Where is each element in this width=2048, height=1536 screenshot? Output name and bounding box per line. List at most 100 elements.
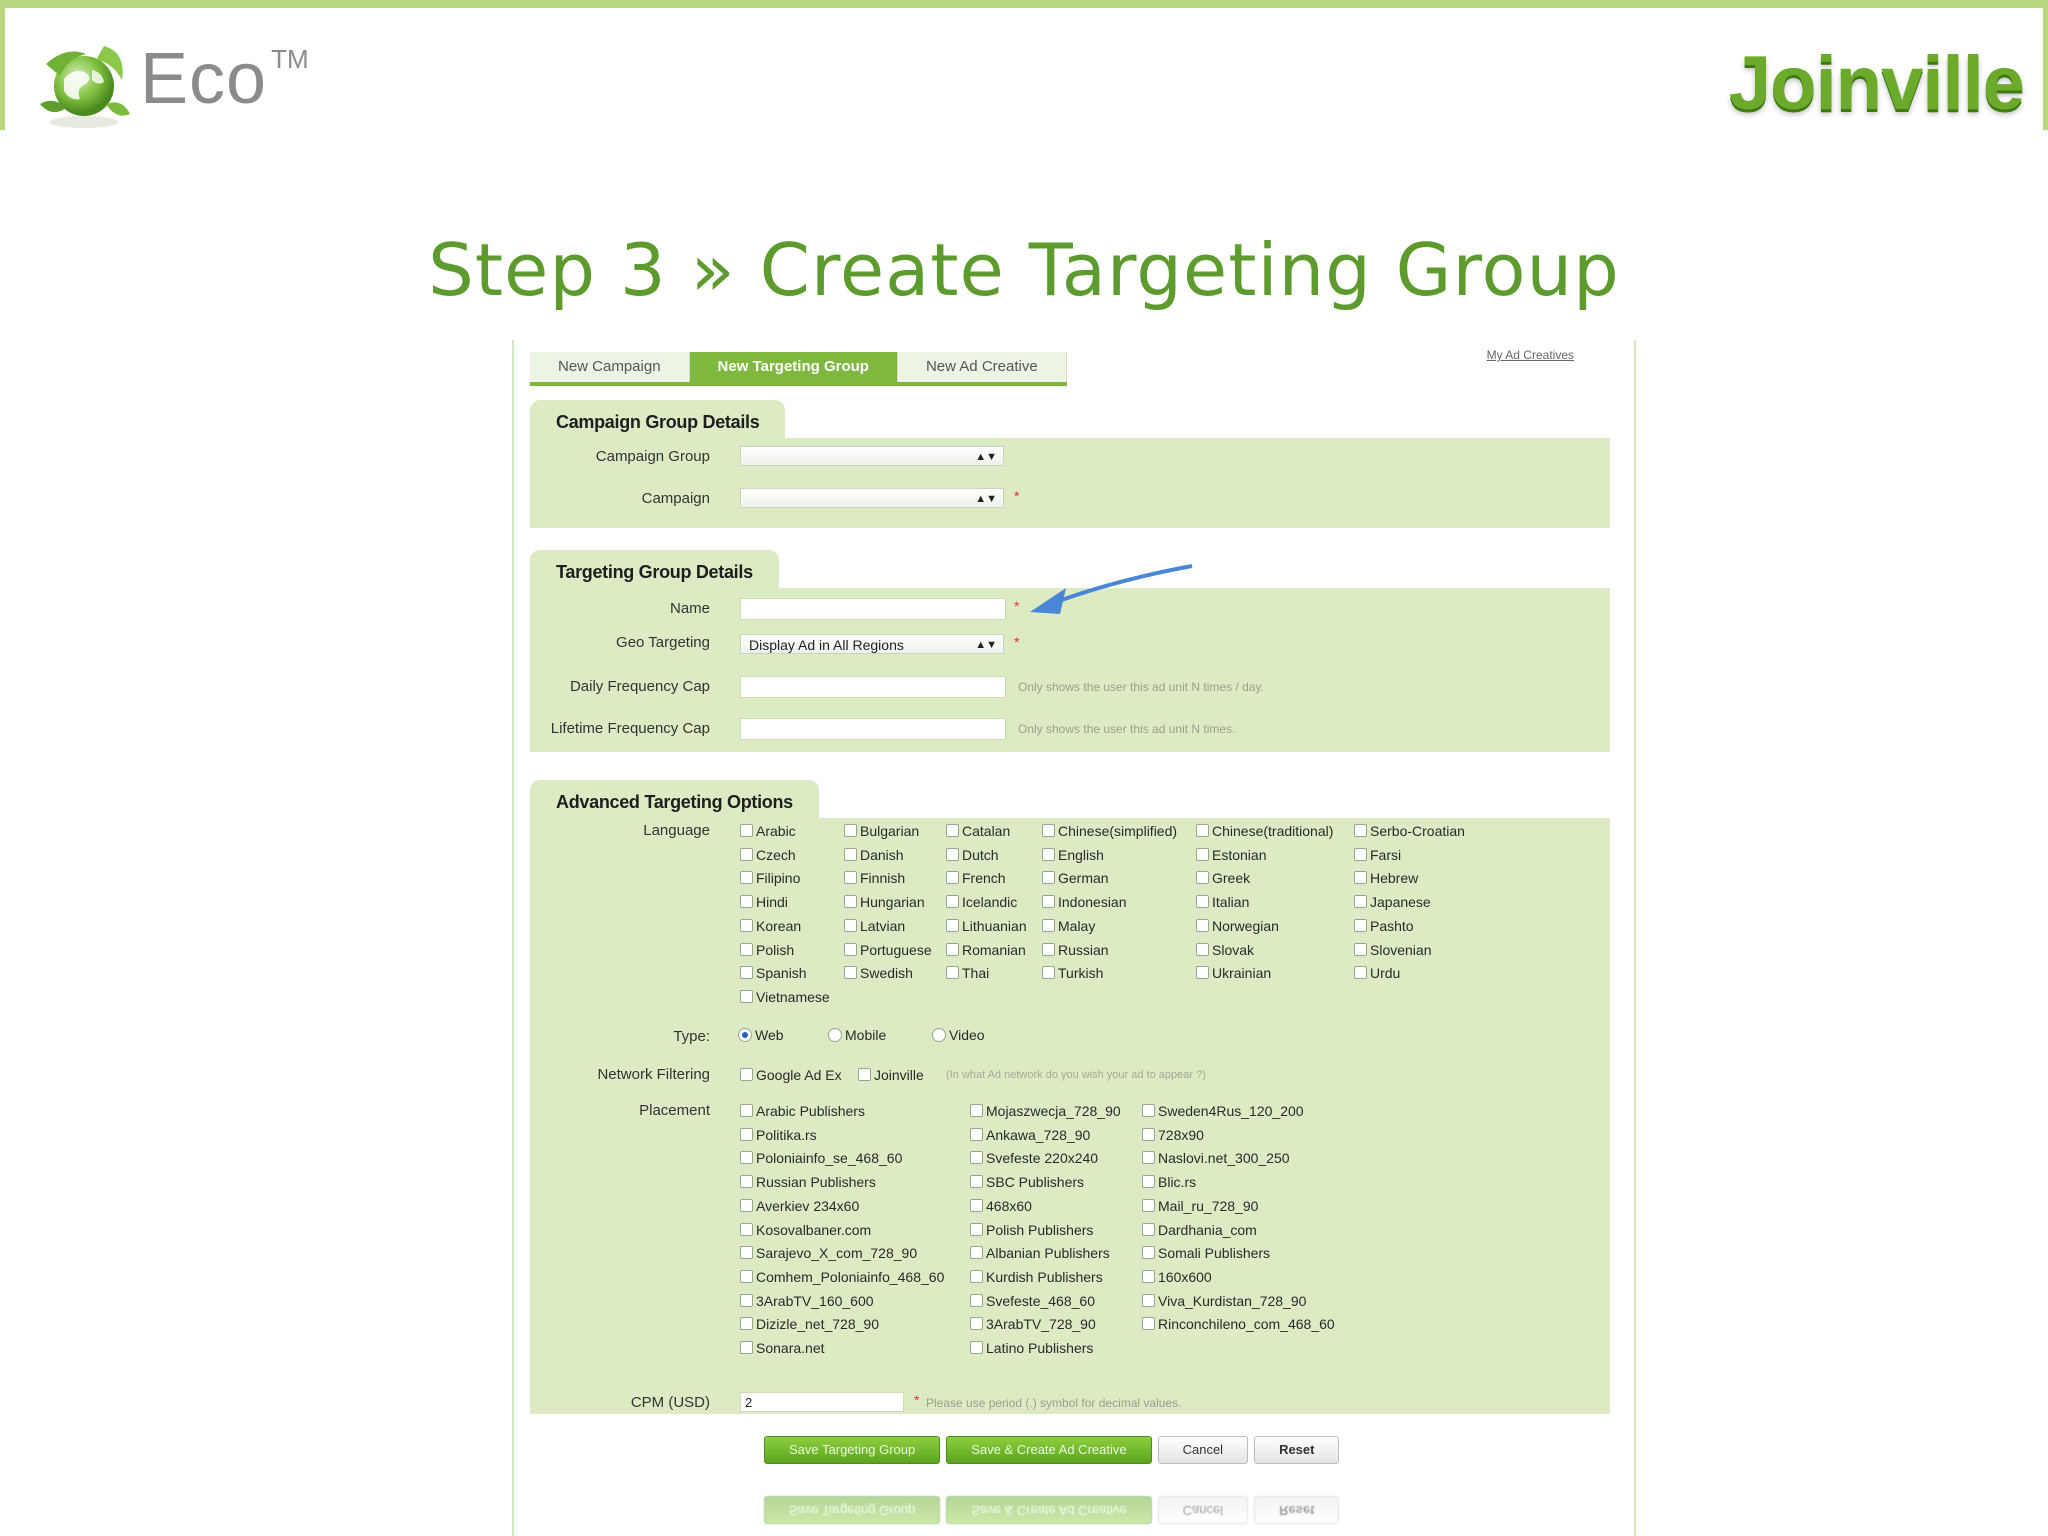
type-video-radio[interactable]: Video [932, 1026, 985, 1044]
language-checkbox[interactable]: Spanish [740, 964, 807, 982]
language-checkbox[interactable]: Slovenian [1354, 941, 1432, 959]
language-checkbox[interactable]: Pashto [1354, 917, 1414, 935]
placement-checkbox[interactable]: Russian Publishers [740, 1173, 876, 1191]
placement-checkbox[interactable]: Arabic Publishers [740, 1102, 865, 1120]
type-web-radio[interactable]: Web [738, 1026, 784, 1044]
placement-checkbox[interactable]: Kosovalbaner.com [740, 1221, 871, 1239]
placement-checkbox[interactable]: Polish Publishers [970, 1221, 1093, 1239]
placement-checkbox[interactable]: Mail_ru_728_90 [1142, 1197, 1258, 1215]
placement-checkbox[interactable]: 468x60 [970, 1197, 1032, 1215]
language-checkbox[interactable]: Dutch [946, 846, 999, 864]
language-label: Dutch [962, 846, 999, 863]
reset-button[interactable]: Reset [1254, 1436, 1340, 1464]
placement-checkbox[interactable]: Comhem_Poloniainfo_468_60 [740, 1268, 944, 1286]
cancel-button[interactable]: Cancel [1157, 1436, 1249, 1464]
placement-checkbox[interactable]: 3ArabTV_728_90 [970, 1315, 1096, 1333]
language-checkbox[interactable]: Norwegian [1196, 917, 1279, 935]
language-checkbox[interactable]: Estonian [1196, 846, 1266, 864]
language-checkbox[interactable]: Catalan [946, 822, 1010, 840]
geo-targeting-select[interactable]: Display Ad in All Regions ▲▼ [740, 634, 1004, 654]
placement-checkbox[interactable]: Sweden4Rus_120_200 [1142, 1102, 1304, 1120]
placement-checkbox[interactable]: Sarajevo_X_com_728_90 [740, 1244, 917, 1262]
placement-checkbox[interactable]: Ankawa_728_90 [970, 1126, 1090, 1144]
language-checkbox[interactable]: Swedish [844, 964, 913, 982]
type-mobile-radio[interactable]: Mobile [828, 1026, 886, 1044]
language-checkbox[interactable]: English [1042, 846, 1104, 864]
placement-checkbox[interactable]: Blic.rs [1142, 1173, 1196, 1191]
placement-checkbox[interactable]: Dardhania_com [1142, 1221, 1257, 1239]
placement-label: Latino Publishers [986, 1340, 1094, 1356]
placement-checkbox[interactable]: Mojaszwecja_728_90 [970, 1102, 1121, 1120]
language-checkbox[interactable]: Bulgarian [844, 822, 919, 840]
language-checkbox[interactable]: Polish [740, 941, 794, 959]
network-joinville-checkbox[interactable]: Joinville [858, 1066, 924, 1084]
daily-frequency-cap-input[interactable] [740, 676, 1006, 698]
placement-checkbox[interactable]: Rinconchileno_com_468_60 [1142, 1315, 1335, 1333]
language-checkbox[interactable]: Icelandic [946, 893, 1017, 911]
language-checkbox[interactable]: Lithuanian [946, 917, 1027, 935]
language-checkbox[interactable]: Greek [1196, 869, 1250, 887]
network-google-ad-ex-checkbox[interactable]: Google Ad Ex [740, 1066, 842, 1084]
placement-checkbox[interactable]: Latino Publishers [970, 1339, 1093, 1357]
tab-new-targeting-group[interactable]: New Targeting Group [689, 352, 898, 382]
language-checkbox[interactable]: Filipino [740, 869, 800, 887]
placement-checkbox[interactable]: 160x600 [1142, 1268, 1212, 1286]
tab-new-ad-creative[interactable]: New Ad Creative [897, 352, 1067, 382]
my-ad-creatives-link[interactable]: My Ad Creatives [1487, 348, 1574, 362]
language-checkbox[interactable]: Urdu [1354, 964, 1400, 982]
language-checkbox[interactable]: Chinese(traditional) [1196, 822, 1333, 840]
language-checkbox[interactable]: Russian [1042, 941, 1109, 959]
language-checkbox[interactable]: Finnish [844, 869, 905, 887]
language-label: Language [643, 822, 710, 839]
language-checkbox[interactable]: Hungarian [844, 893, 925, 911]
language-checkbox[interactable]: Japanese [1354, 893, 1431, 911]
language-checkbox[interactable]: Arabic [740, 822, 796, 840]
placement-checkbox[interactable]: Poloniainfo_se_468_60 [740, 1149, 902, 1167]
placement-checkbox[interactable]: Naslovi.net_300_250 [1142, 1149, 1290, 1167]
placement-checkbox[interactable]: 3ArabTV_160_600 [740, 1292, 874, 1310]
placement-checkbox[interactable]: SBC Publishers [970, 1173, 1084, 1191]
placement-checkbox[interactable]: Kurdish Publishers [970, 1268, 1103, 1286]
lifetime-frequency-cap-input[interactable] [740, 718, 1006, 740]
language-checkbox[interactable]: Farsi [1354, 846, 1401, 864]
language-checkbox[interactable]: Thai [946, 964, 989, 982]
language-checkbox[interactable]: Romanian [946, 941, 1026, 959]
language-checkbox[interactable]: Hindi [740, 893, 788, 911]
tab-new-campaign[interactable]: New Campaign [530, 352, 690, 382]
placement-checkbox[interactable]: Svefeste 220x240 [970, 1149, 1098, 1167]
save-create-ad-creative-button[interactable]: Save & Create Ad Creative [946, 1436, 1152, 1464]
language-checkbox[interactable]: Slovak [1196, 941, 1254, 959]
language-checkbox[interactable]: Indonesian [1042, 893, 1127, 911]
placement-checkbox[interactable]: Politika.rs [740, 1126, 817, 1144]
language-label: Swedish [860, 965, 913, 982]
placement-checkbox[interactable]: Somali Publishers [1142, 1244, 1270, 1262]
language-checkbox[interactable]: Serbo-Croatian [1354, 822, 1465, 840]
language-checkbox[interactable]: Ukrainian [1196, 964, 1271, 982]
campaign-select[interactable]: ▲▼ [740, 488, 1004, 508]
language-checkbox[interactable]: French [946, 869, 1006, 887]
language-checkbox[interactable]: Vietnamese [740, 988, 830, 1006]
language-checkbox[interactable]: Portuguese [844, 941, 932, 959]
placement-checkbox[interactable]: Viva_Kurdistan_728_90 [1142, 1292, 1306, 1310]
cpm-input[interactable]: 2 [740, 1392, 904, 1412]
language-checkbox[interactable]: Turkish [1042, 964, 1103, 982]
placement-checkbox[interactable]: Dizizle_net_728_90 [740, 1315, 879, 1333]
language-checkbox[interactable]: Malay [1042, 917, 1095, 935]
language-checkbox[interactable]: Korean [740, 917, 801, 935]
checkbox-icon [1142, 1127, 1155, 1141]
placement-checkbox[interactable]: Svefeste_468_60 [970, 1292, 1095, 1310]
language-checkbox[interactable]: Chinese(simplified) [1042, 822, 1177, 840]
language-checkbox[interactable]: Latvian [844, 917, 905, 935]
language-checkbox[interactable]: Italian [1196, 893, 1249, 911]
placement-checkbox[interactable]: Albanian Publishers [970, 1244, 1110, 1262]
placement-checkbox[interactable]: Sonara.net [740, 1339, 825, 1357]
language-checkbox[interactable]: Czech [740, 846, 796, 864]
language-checkbox[interactable]: Danish [844, 846, 904, 864]
save-targeting-group-button[interactable]: Save Targeting Group [764, 1436, 941, 1464]
campaign-group-select[interactable]: ▲▼ [740, 446, 1004, 466]
placement-checkbox[interactable]: 728x90 [1142, 1126, 1204, 1144]
language-checkbox[interactable]: German [1042, 869, 1109, 887]
language-checkbox[interactable]: Hebrew [1354, 869, 1418, 887]
placement-checkbox[interactable]: Averkiev 234x60 [740, 1197, 859, 1215]
name-input[interactable] [740, 598, 1006, 620]
